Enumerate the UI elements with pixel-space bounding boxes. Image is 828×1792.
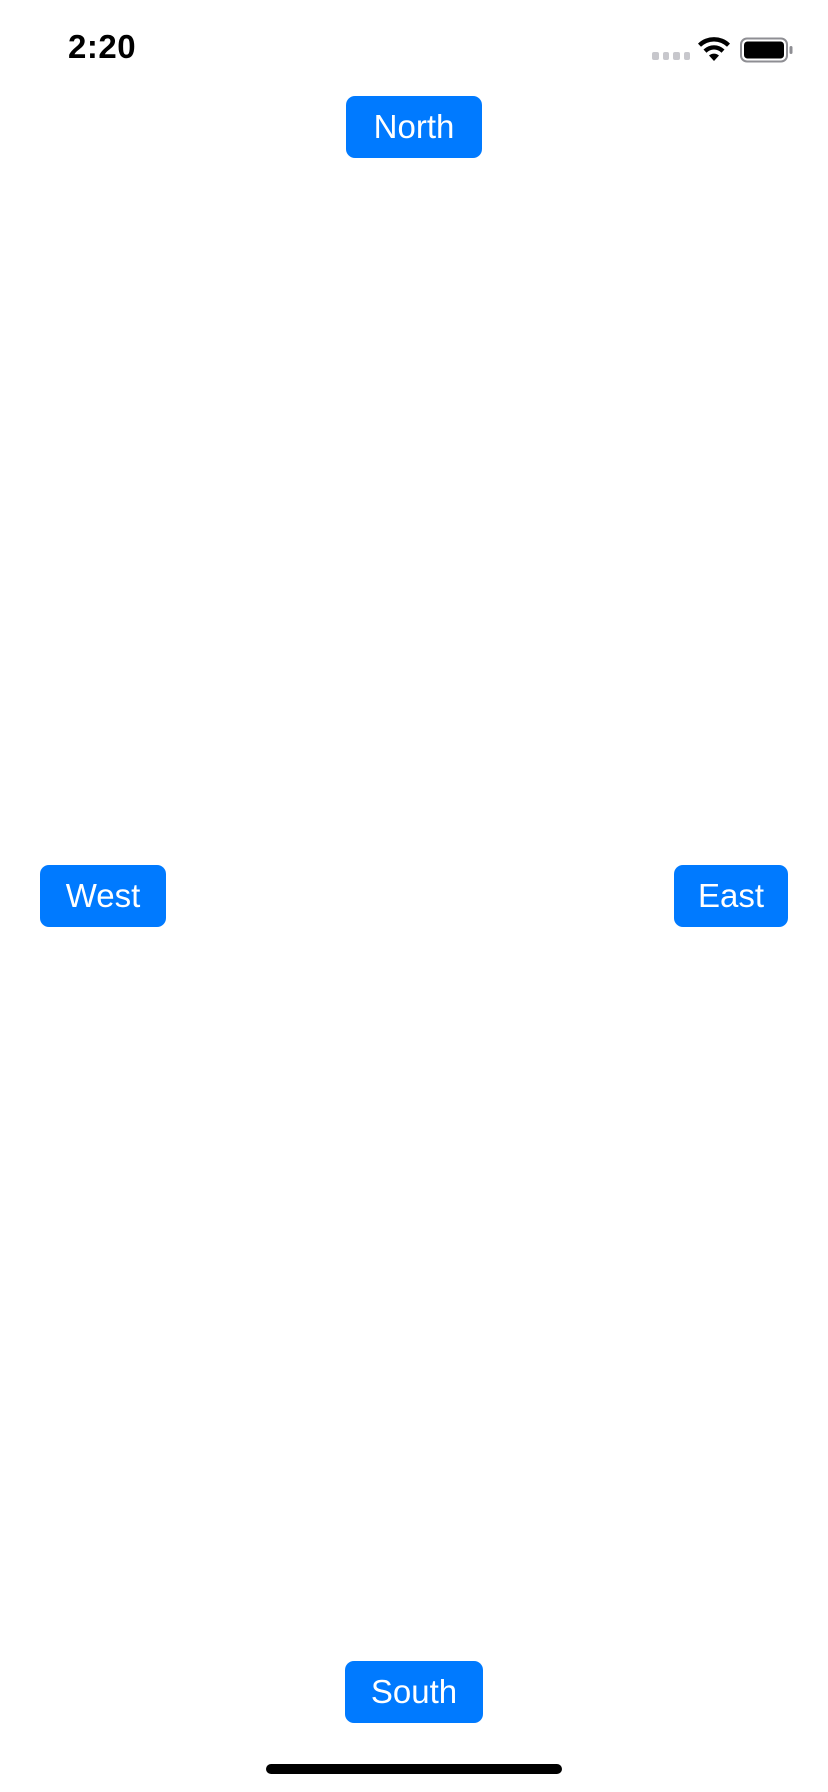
wifi-icon: [698, 37, 730, 61]
east-button[interactable]: East: [674, 865, 788, 927]
battery-icon: [740, 37, 793, 63]
north-button[interactable]: North: [346, 96, 482, 158]
status-bar: 2:20: [0, 0, 828, 100]
west-button[interactable]: West: [40, 865, 166, 927]
home-indicator[interactable]: [266, 1764, 562, 1774]
status-time: 2:20: [68, 28, 137, 65]
south-button[interactable]: South: [345, 1661, 483, 1723]
cellular-signal-icon: [652, 52, 690, 62]
